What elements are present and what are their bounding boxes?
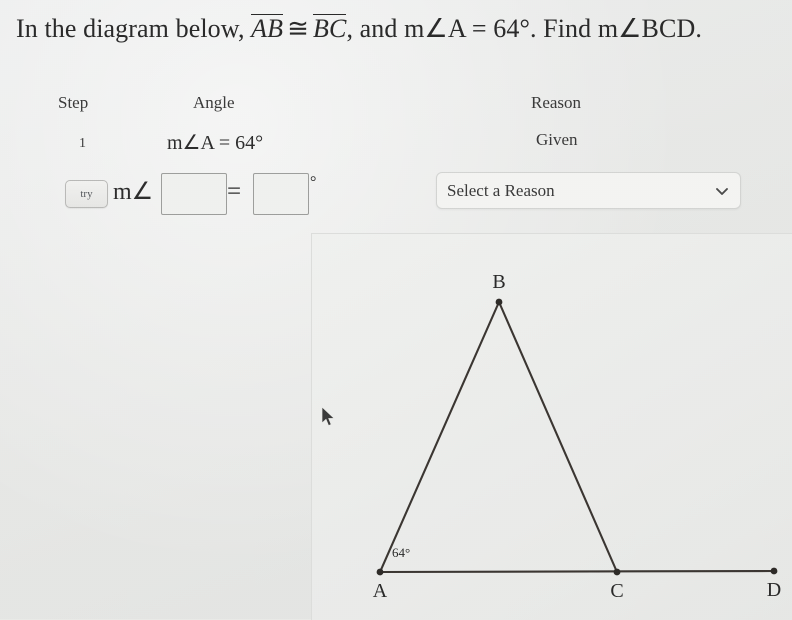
diagram-panel[interactable]: A B C D 64° [311, 233, 792, 620]
congruence-symbol: ≅ [287, 14, 310, 43]
reason-select-value: Select a Reason [447, 180, 555, 200]
segment-ab-label: AB [251, 14, 284, 43]
vertex-point-c [613, 568, 621, 576]
segment-bc [378, 569, 776, 574]
angle-measure-input[interactable] [253, 173, 309, 215]
column-header-reason: Reason [531, 93, 582, 112]
degree-symbol: ° [310, 174, 317, 191]
table-row-reason-value: Given [536, 130, 578, 149]
triangle-diagram: A B C D 64° [373, 271, 781, 602]
vertex-point-b [495, 298, 503, 306]
column-header-angle: Angle [193, 93, 235, 112]
segment-ab [497, 300, 619, 574]
vertex-label-a: A [373, 580, 388, 602]
column-header-step: Step [58, 93, 89, 112]
vertex-point-a [376, 568, 384, 576]
measure-angle-prefix: m∠ [113, 179, 154, 205]
angle-label-a: 64° [392, 545, 410, 560]
segment-ad [378, 300, 501, 574]
equals-sign: = [227, 178, 242, 205]
vertex-label-c: C [610, 580, 623, 602]
vertex-label-d: D [767, 579, 781, 601]
prompt-lead-text: In the diagram below, [16, 14, 245, 43]
question-prompt: In the diagram below, AB ≅ BC, and m∠A = 6… [16, 12, 778, 46]
try-button[interactable]: try [65, 180, 108, 208]
segment-bc-label: BC [313, 14, 347, 43]
reason-select-dropdown[interactable]: Select a Reason [436, 172, 741, 209]
chevron-down-icon [714, 183, 730, 199]
vertex-point-d [770, 567, 778, 575]
table-row-angle-value: m∠A = 64° [167, 132, 264, 154]
angle-name-input[interactable] [161, 173, 227, 215]
table-row-step-number: 1 [79, 136, 86, 151]
vertex-label-b: B [492, 271, 505, 293]
prompt-tail-text: , and m∠A = 64°. Find m∠BCD. [346, 14, 702, 43]
try-button-label: try [80, 188, 93, 200]
